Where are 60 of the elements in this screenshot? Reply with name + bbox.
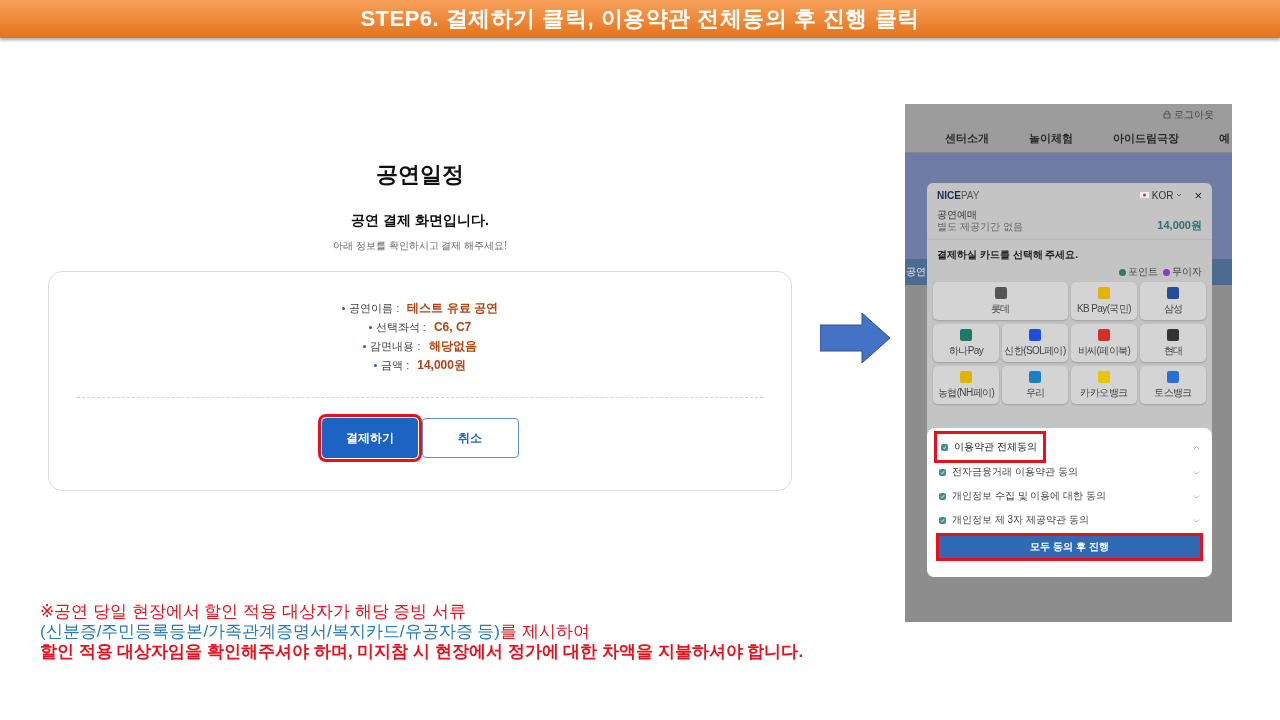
info-value: 14,000원	[417, 356, 466, 374]
checkbox[interactable]	[941, 443, 948, 451]
info-value: C6, C7	[433, 320, 472, 334]
info-label: 선택좌석 :	[368, 319, 426, 335]
lock-icon	[1163, 110, 1171, 119]
product-name: 공연예매	[937, 209, 978, 221]
card-option[interactable]: 롯데	[933, 282, 1068, 320]
info-value: 테스트 유료 공연	[407, 299, 498, 317]
card-option[interactable]: 삼성	[1140, 282, 1206, 320]
notice-text: ※공연 당일 현장에서 할인 적용 대상자가 해당 증빙 서류	[40, 602, 468, 622]
info-label: 금액 :	[374, 357, 410, 373]
info-label: 감면내용 :	[363, 338, 421, 354]
check-icon	[940, 517, 945, 523]
terms-label: 개인정보 수집 및 이용에 대한 동의	[952, 489, 1107, 503]
card-option[interactable]: 신한(SOL페이)	[1002, 324, 1068, 362]
flag-icon	[1139, 192, 1149, 198]
terms-all-row[interactable]: 이용약관 전체동의	[937, 434, 1043, 460]
right-arrow-icon	[820, 313, 890, 363]
nav-item[interactable]: 센터소개	[945, 131, 989, 146]
checkbox[interactable]	[939, 516, 946, 524]
close-button[interactable]: ×	[1194, 187, 1202, 203]
terms-label: 이용약관 전체동의	[954, 440, 1037, 454]
check-icon	[940, 493, 945, 499]
info-value: 해당없음	[428, 337, 477, 355]
chevron-down-icon	[1176, 193, 1183, 197]
banner-title: STEP6. 결제하기 클릭, 이용약관 전체동의 후 진행 클릭	[360, 5, 920, 33]
agree-proceed-button[interactable]: 모두 동의 후 진행	[939, 536, 1200, 558]
logout-link[interactable]: 로그아웃	[1174, 107, 1214, 122]
notice-text: 할인 적용 대상자임을 확인해주셔야 하며, 미지참 시 현장에서 정가에 대한 차액을 지불하셔야 합니다.	[40, 642, 805, 662]
cancel-button[interactable]: 취소	[421, 418, 519, 458]
legend-label: 포인트	[1128, 265, 1158, 279]
terms-label: 개인정보 제 3자 제공약관 동의	[952, 513, 1090, 527]
checkbox[interactable]	[939, 468, 946, 476]
card-option[interactable]: 하나Pay	[933, 324, 999, 362]
notice-text: (신분증/주민등록등본/가족관계증명서/복지카드/유공자증 등)를 제시하여	[40, 622, 591, 642]
payment-amount: 14,000원	[1157, 218, 1202, 233]
info-label: 공연이름 :	[342, 300, 400, 316]
card-option[interactable]: 비씨(페이북)	[1071, 324, 1137, 362]
page-subtitle: 공연 결제 화면입니다.	[351, 212, 489, 230]
breadcrumb-text: 공연	[906, 265, 925, 279]
card-option[interactable]: 카카오뱅크	[1071, 366, 1137, 404]
terms-label: 전자금융거래 이용약관 동의	[952, 465, 1079, 479]
nav-item[interactable]: 예	[1219, 131, 1230, 146]
nav-item[interactable]: 놀이체험	[1029, 131, 1073, 146]
legend-label: 무이자	[1172, 265, 1202, 279]
check-icon	[942, 444, 947, 450]
card-prompt: 결제하실 카드를 선택해 주세요.	[936, 248, 1080, 262]
product-period: 별도 제공기간 없음	[937, 221, 1023, 233]
page-title: 공연일정	[376, 161, 464, 189]
card-option[interactable]: KB Pay(국민)	[1071, 282, 1137, 320]
page-hint: 아래 정보를 확인하시고 결제 해주세요!	[333, 239, 507, 253]
card-option[interactable]: 현대	[1140, 324, 1206, 362]
language-select[interactable]: KOR	[1139, 189, 1183, 201]
nicepay-logo: NICEPAY	[937, 189, 981, 201]
card-option[interactable]: 토스뱅크	[1140, 366, 1206, 404]
checkbox[interactable]	[939, 492, 946, 500]
card-option[interactable]: 농협(NH페이)	[933, 366, 999, 404]
card-option[interactable]: 우리	[1002, 366, 1068, 404]
check-icon	[940, 469, 945, 475]
nav-item[interactable]: 아이드림극장	[1113, 131, 1179, 146]
